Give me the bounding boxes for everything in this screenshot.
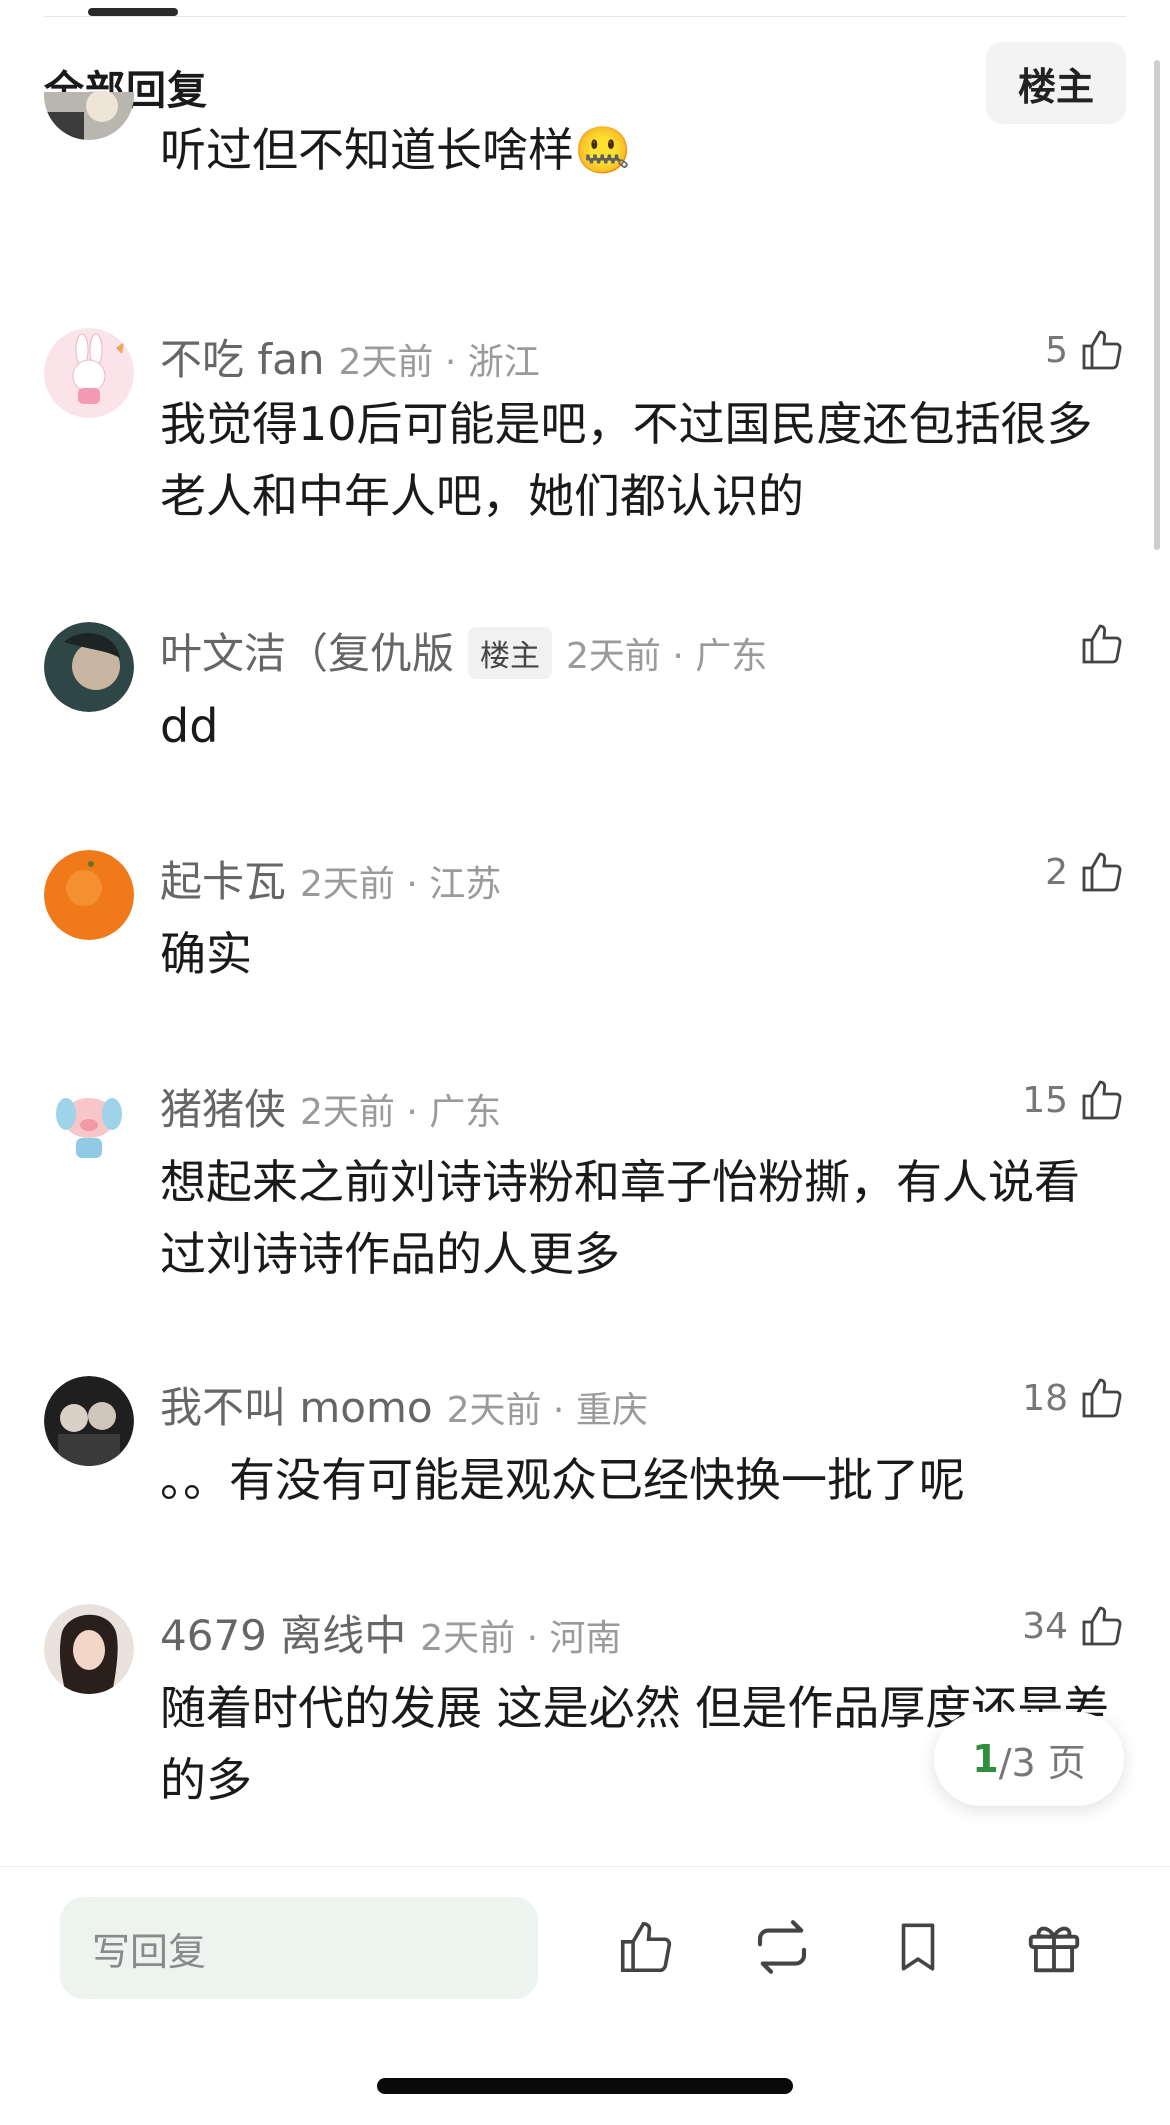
scrollbar[interactable] <box>1154 60 1160 550</box>
comment-meta: 2天前 · 广东 <box>566 636 768 677</box>
like-count: 34 <box>1022 1605 1068 1647</box>
comment-username[interactable]: 起卡瓦 2天前 · 江苏 <box>160 848 501 909</box>
comment-text: 确实 <box>160 927 252 981</box>
thumb-up-icon <box>1082 1606 1122 1646</box>
comment-meta: 2天前 · 河南 <box>420 1618 622 1659</box>
comment-meta: 2天前 · 重庆 <box>446 1390 648 1431</box>
repost-icon[interactable] <box>746 1911 818 1983</box>
comment-username[interactable]: 4679 离线中 2天前 · 河南 <box>160 1602 622 1663</box>
comment-text: 我觉得10后可能是吧，不过国民度还包括很多老人和中年人吧，她们都认识的 <box>160 397 1093 523</box>
like-button[interactable]: 5 <box>1045 326 1126 374</box>
thumb-up-icon <box>1082 852 1122 892</box>
comment-username[interactable]: 猪猪侠 2天前 · 广东 <box>160 1076 501 1137</box>
divider <box>44 16 1126 17</box>
like-button[interactable]: 34 <box>1022 1602 1126 1650</box>
avatar[interactable] <box>44 1604 134 1694</box>
like-count: 15 <box>1022 1079 1068 1121</box>
avatar[interactable] <box>44 850 134 940</box>
comment-username[interactable]: 我不叫 momo 2天前 · 重庆 <box>160 1374 648 1435</box>
like-count: 2 <box>1045 851 1068 893</box>
op-badge: 楼主 <box>468 626 553 679</box>
bookmark-icon[interactable] <box>882 1911 954 1983</box>
page-total: /3 页 <box>998 1740 1086 1785</box>
reply-input[interactable]: 写回复 <box>60 1897 538 1999</box>
gift-icon[interactable] <box>1018 1911 1090 1983</box>
like-button[interactable] <box>1068 620 1126 668</box>
avatar[interactable] <box>44 1078 134 1168</box>
comment-text: dd <box>160 699 219 753</box>
comment-text: 想起来之前刘诗诗粉和章子怡粉撕，有人说看过刘诗诗作品的人更多 <box>160 1155 1080 1281</box>
avatar[interactable] <box>44 622 134 712</box>
comment-username[interactable]: 不吃 fan 2天前 · 浙江 <box>160 326 540 387</box>
comment-text: 。。有没有可能是观众已经快换一批了呢 <box>160 1453 965 1507</box>
current-page: 1 <box>972 1737 999 1781</box>
like-button[interactable]: 15 <box>1022 1076 1126 1124</box>
like-count: 5 <box>1045 329 1068 371</box>
thumb-up-icon <box>1082 624 1122 664</box>
op-only-button[interactable]: 楼主 <box>986 42 1126 124</box>
thumb-up-icon <box>1082 1080 1122 1120</box>
avatar[interactable] <box>44 328 134 418</box>
comment-meta: 2天前 · 广东 <box>300 1092 502 1133</box>
like-button[interactable]: 2 <box>1045 848 1126 896</box>
thumb-up-icon[interactable] <box>610 1911 682 1983</box>
like-button[interactable]: 18 <box>1022 1374 1126 1422</box>
home-indicator[interactable] <box>377 2078 793 2094</box>
thumb-up-icon <box>1082 330 1122 370</box>
thumb-up-icon <box>1082 1378 1122 1418</box>
comment-meta: 2天前 · 江苏 <box>300 864 502 905</box>
avatar[interactable] <box>44 92 134 140</box>
like-count: 18 <box>1022 1377 1068 1419</box>
comment-meta: 2天前 · 浙江 <box>338 342 540 383</box>
comment-username[interactable]: 叶文洁（复仇版 楼主 2天前 · 广东 <box>160 620 767 683</box>
avatar[interactable] <box>44 1376 134 1466</box>
top-drag-handle[interactable] <box>88 8 178 16</box>
page-indicator[interactable]: 1/3 页 <box>934 1712 1124 1806</box>
comment-text: 听过但不知道长啥样🤐 <box>160 123 632 177</box>
